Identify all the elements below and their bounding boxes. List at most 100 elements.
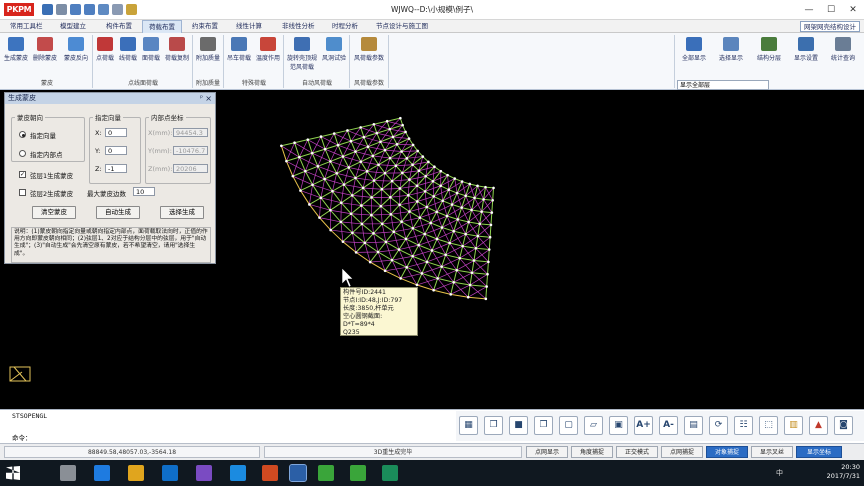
app-green2-task-icon[interactable] (350, 465, 366, 481)
render-icon[interactable]: ▲ (809, 416, 828, 435)
help-icon[interactable] (126, 4, 137, 15)
angle-snap-toggle[interactable]: 角度捕捉 (571, 446, 613, 458)
layer2-checkbox[interactable] (19, 189, 26, 196)
mesh-node (420, 272, 424, 275)
mass-button[interactable]: 附加质量 (194, 35, 222, 75)
open-icon[interactable] (98, 4, 109, 15)
rotate-icon[interactable]: ⟳ (709, 416, 728, 435)
grid-icon[interactable]: ▤ (684, 416, 703, 435)
mesh-member (474, 197, 482, 212)
wind-tunnel-button[interactable]: 风洞试验 (320, 35, 348, 75)
command-history: STSOPENGL (12, 412, 48, 420)
app-teal-task-icon[interactable] (382, 465, 398, 481)
vector-z-input[interactable]: -1 (105, 164, 127, 173)
auto-generate-button[interactable]: 自动生成 (96, 206, 140, 219)
module-label[interactable]: 网架网壳结构设计 (800, 21, 860, 32)
dialog-close-button[interactable]: × (205, 93, 212, 104)
table-icon[interactable]: ☷ (734, 416, 753, 435)
edge-task-icon[interactable] (94, 465, 110, 481)
skin-generate-button[interactable]: 生成蒙皮 (3, 35, 29, 75)
folder-task-icon[interactable] (128, 465, 144, 481)
save-view-icon[interactable]: ◙ (834, 416, 853, 435)
ie-task-icon[interactable] (162, 465, 178, 481)
inner-point-radio[interactable] (19, 150, 26, 157)
select-show-button[interactable]: 选择显示 (714, 35, 748, 75)
wind-param-button[interactable]: 风荷载参数 (351, 35, 387, 75)
cube-front-icon[interactable]: ❐ (534, 416, 553, 435)
tab-load-layout[interactable]: 荷载布置 (142, 20, 182, 33)
cube-solid-icon[interactable]: ■ (509, 416, 528, 435)
system-clock[interactable]: 20:30 2017/7/31 (827, 463, 860, 481)
inner-y-input[interactable]: -10476.7 (173, 146, 208, 155)
layer-button[interactable]: 结构分层 (752, 35, 786, 75)
save-icon[interactable] (42, 4, 53, 15)
load-copy-button[interactable]: 荷载复制 (163, 35, 191, 75)
max-edges-input[interactable]: 10 (133, 187, 155, 196)
app-green-task-icon[interactable] (318, 465, 334, 481)
skin-delete-button[interactable]: 删除蒙皮 (30, 35, 60, 75)
show-all-button[interactable]: 全部显示 (677, 35, 711, 75)
camera-icon[interactable] (112, 4, 123, 15)
tab-linear-calc[interactable]: 线性计算 (230, 20, 268, 33)
command-prompt[interactable]: 命令： (12, 432, 32, 442)
maximize-button[interactable]: ☐ (820, 0, 842, 20)
tab-time-history[interactable]: 时程分析 (326, 20, 364, 33)
skin-reverse-button[interactable]: 蒙皮反向 (61, 35, 91, 75)
vector-x-input[interactable]: 0 (105, 128, 127, 137)
font-increase-icon[interactable]: A+ (634, 416, 653, 435)
input-language[interactable]: 中 (776, 468, 783, 478)
object-snap-toggle[interactable]: 对象捕捉 (706, 446, 748, 458)
print-icon[interactable] (56, 4, 67, 15)
explorer-task-icon[interactable] (60, 465, 76, 481)
show-coords-toggle[interactable]: 显示坐标 (796, 446, 842, 458)
tab-nonlinear[interactable]: 非线性分析 (276, 20, 321, 33)
redo-icon[interactable] (84, 4, 95, 15)
temperature-button[interactable]: 温度作用 (254, 35, 282, 75)
area-load-button[interactable]: 面荷载 (140, 35, 162, 75)
point-load-button[interactable]: 点荷载 (94, 35, 116, 75)
crane-load-button[interactable]: 吊车荷载 (225, 35, 253, 75)
font-decrease-icon[interactable]: A- (659, 416, 678, 435)
powerpoint-task-icon[interactable] (262, 465, 278, 481)
pin-icon[interactable]: ᵖ (200, 93, 203, 104)
mesh-node (444, 253, 447, 257)
start-icon[interactable] (6, 466, 20, 480)
clear-skin-button[interactable]: 清空蒙皮 (32, 206, 76, 219)
tab-common-tools[interactable]: 常用工具栏 (4, 20, 49, 33)
display-layer-select[interactable]: 显示全部层 (677, 80, 769, 90)
tab-model-build[interactable]: 模型建立 (54, 20, 92, 33)
inner-z-input[interactable]: 20206 (173, 164, 208, 173)
crosshair-toggle[interactable]: 显示叉丝 (751, 446, 793, 458)
undo-icon[interactable] (70, 4, 81, 15)
frame-icon[interactable]: ⬚ (759, 416, 778, 435)
layers-icon[interactable]: ▥ (784, 416, 803, 435)
display-settings-button[interactable]: 显示设置 (789, 35, 823, 75)
select-generate-button[interactable]: 选择生成 (160, 206, 204, 219)
tab-member-layout[interactable]: 构件布置 (100, 20, 138, 33)
line-load-button[interactable]: 线荷载 (117, 35, 139, 75)
slab-view-icon[interactable]: ▱ (584, 416, 603, 435)
ortho-mode-toggle[interactable]: 正交模式 (616, 446, 658, 458)
close-button[interactable]: ✕ (842, 0, 864, 20)
cube-top-icon[interactable]: ▢ (559, 416, 578, 435)
wireframe-icon[interactable]: ▦ (459, 416, 478, 435)
tab-node-design[interactable]: 节点设计与施工图 (370, 20, 434, 33)
grid-snap-toggle[interactable]: 点网捕捉 (661, 446, 703, 458)
skype-task-icon[interactable] (230, 465, 246, 481)
pkpm-task-icon[interactable] (289, 464, 307, 482)
grid-display-toggle[interactable]: 点网显示 (526, 446, 568, 458)
wind-shell-button[interactable]: 旋转壳顶规范风荷载 (285, 35, 319, 75)
layer1-checkbox[interactable]: ✓ (19, 171, 26, 178)
vector-y-input[interactable]: 0 (105, 146, 127, 155)
mesh-node (397, 248, 401, 251)
inner-point-label: 指定内部点 (30, 151, 63, 159)
cube-right-icon[interactable]: ▣ (609, 416, 628, 435)
inner-x-input[interactable]: 94454.3 (173, 128, 208, 137)
tab-constraint-layout[interactable]: 约束布置 (186, 20, 224, 33)
cube-view-icon[interactable]: ❒ (484, 416, 503, 435)
visualstudio-task-icon[interactable] (196, 465, 212, 481)
minimize-button[interactable]: — (798, 0, 820, 20)
stats-button[interactable]: 统计查询 (826, 35, 860, 75)
mesh-member (364, 241, 386, 244)
specified-vector-radio[interactable] (19, 131, 26, 138)
